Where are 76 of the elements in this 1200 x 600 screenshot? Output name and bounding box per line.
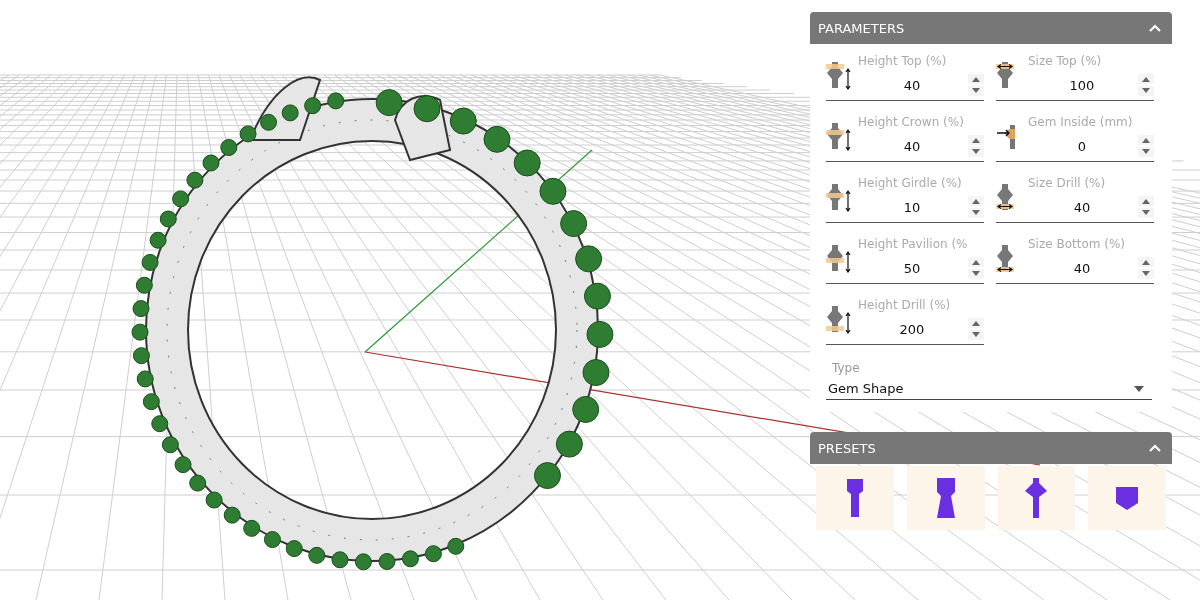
gem-shape-icon (1116, 486, 1139, 510)
caret-down-icon (971, 271, 981, 277)
chevron-up-icon[interactable] (1148, 23, 1162, 33)
field-label: Size Drill (%) (1028, 176, 1107, 192)
spin-down-button[interactable] (968, 269, 984, 279)
spin-up-button[interactable] (1138, 257, 1154, 267)
spin-up-button[interactable] (968, 318, 984, 328)
caret-down-icon (971, 210, 981, 216)
section-header[interactable]: PARAMETERS (810, 12, 1172, 44)
caret-up-icon (971, 76, 981, 82)
type-dropdown[interactable]: Gem Shape (826, 381, 1152, 400)
spin-up-button[interactable] (968, 74, 984, 84)
preset-tile[interactable] (997, 466, 1076, 530)
number-field[interactable]: 40 (996, 253, 1154, 284)
caret-down-icon (1141, 271, 1151, 277)
preset-tile[interactable] (906, 466, 985, 530)
spin-down-button[interactable] (968, 86, 984, 96)
caret-icon (1134, 385, 1144, 392)
spin-up-button[interactable] (1138, 196, 1154, 206)
number-field[interactable]: 40 (996, 192, 1154, 223)
field-label: Height Top (%) (858, 54, 948, 70)
preset-tile[interactable] (1088, 466, 1166, 530)
caret-up-icon (1141, 76, 1151, 82)
caret-down-icon (971, 332, 981, 338)
caret-up-icon (1141, 198, 1151, 204)
gem-profile-icon (826, 121, 852, 151)
number-field[interactable]: 200 (826, 314, 984, 345)
caret-down-icon (971, 88, 981, 94)
preset-tile[interactable] (816, 466, 894, 530)
number-field[interactable]: 50 (826, 253, 984, 284)
spin-down-button[interactable] (968, 147, 984, 157)
caret-down-icon (1141, 210, 1151, 216)
gem-profile-icon (826, 243, 852, 273)
field-label: Size Top (%) (1028, 54, 1103, 70)
spin-up-button[interactable] (1138, 135, 1154, 145)
spin-down-button[interactable] (968, 208, 984, 218)
spin-up-button[interactable] (968, 135, 984, 145)
section-header[interactable]: PRESETS (810, 432, 1172, 464)
field-label: Height Girdle (%) (858, 176, 963, 192)
caret-down-icon (971, 149, 981, 155)
spin-down-button[interactable] (1138, 86, 1154, 96)
caret-up-icon (1141, 137, 1151, 143)
caret-down-icon (1141, 149, 1151, 155)
caret-up-icon (971, 137, 981, 143)
spin-down-button[interactable] (1138, 147, 1154, 157)
spin-down-button[interactable] (1138, 208, 1154, 218)
field-label: Height Pavilion (% (858, 237, 969, 253)
caret-up-icon (971, 259, 981, 265)
caret-down-icon (1141, 88, 1151, 94)
chevron-up-icon[interactable] (1148, 443, 1162, 453)
field-label: Height Drill (%) (858, 298, 952, 314)
gem-profile-icon (826, 60, 852, 90)
section-title: PARAMETERS (818, 20, 905, 36)
field-label: Size Bottom (%) (1028, 237, 1127, 253)
caret-up-icon (971, 198, 981, 204)
field-label: Height Crown (%) (858, 115, 965, 131)
spin-up-button[interactable] (968, 196, 984, 206)
gem-shape-icon (1025, 478, 1048, 518)
field-label: Gem Inside (mm) (1028, 115, 1134, 131)
spin-up-button[interactable] (1138, 74, 1154, 84)
gem-profile-icon (826, 304, 852, 334)
gem-profile-icon (826, 182, 852, 212)
type-label: Type (832, 361, 861, 375)
gem-shape-icon (846, 479, 863, 517)
spin-down-button[interactable] (968, 330, 984, 340)
caret-up-icon (1141, 259, 1151, 265)
caret-up-icon (971, 320, 981, 326)
number-field[interactable]: 40 (826, 131, 984, 162)
spin-up-button[interactable] (968, 257, 984, 267)
number-field[interactable]: 40 (826, 70, 984, 101)
section-title: PRESETS (818, 440, 876, 456)
number-field[interactable]: 0 (996, 131, 1154, 162)
number-field[interactable]: 100 (996, 70, 1154, 101)
number-field[interactable]: 10 (826, 192, 984, 223)
gem-shape-icon (936, 478, 955, 518)
spin-down-button[interactable] (1138, 269, 1154, 279)
